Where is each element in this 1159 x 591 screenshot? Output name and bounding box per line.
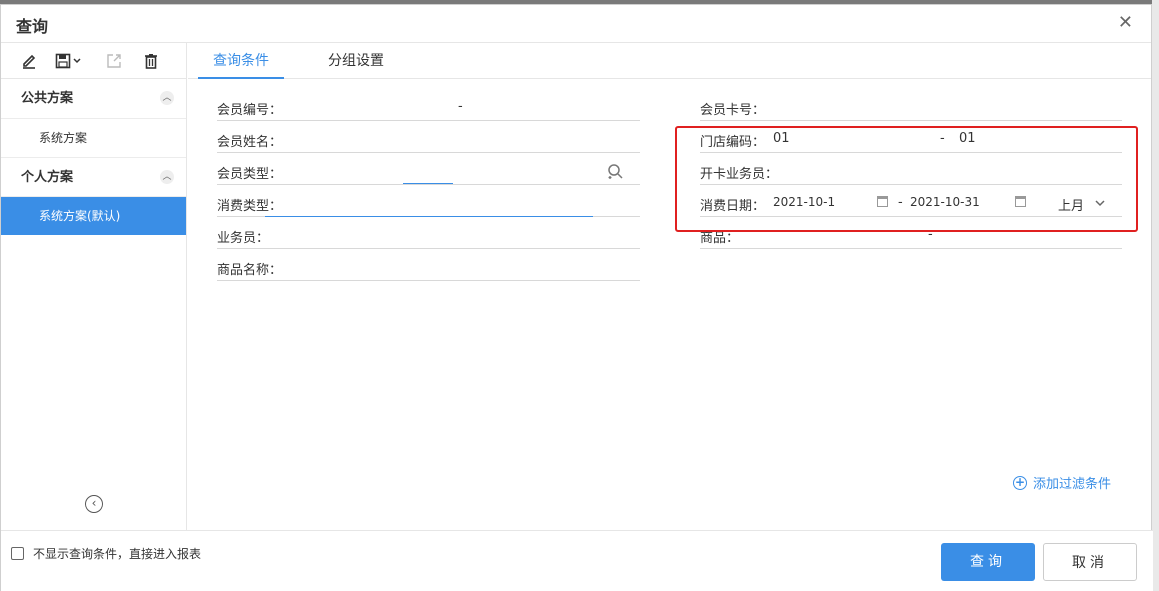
plus-circle-icon: + [1013, 474, 1027, 490]
query-button[interactable]: 查询 [941, 543, 1035, 581]
member-no-label: 会员编号： [217, 103, 283, 118]
save-icon[interactable] [55, 52, 83, 70]
focus-underline [403, 183, 453, 184]
search-icon[interactable] [606, 163, 624, 185]
cancel-button[interactable]: 取消 [1043, 543, 1137, 581]
add-filter-label: 添加过滤条件 [1033, 477, 1112, 492]
member-type-label: 会员类型： [217, 167, 283, 182]
personal-scheme-group[interactable]: 个人方案 ︿ [1, 157, 186, 197]
member-no-field[interactable]: 会员编号： - [217, 93, 640, 121]
add-filter-button[interactable]: + 添加过滤条件 [1013, 473, 1111, 492]
personal-scheme-label: 个人方案 [21, 170, 74, 185]
scheme-toolbar [1, 43, 186, 79]
tab-bar: 查询条件 分组设置 [188, 43, 1151, 79]
card-no-label: 会员卡号： [700, 103, 766, 118]
chevron-up-icon[interactable]: ︿ [160, 170, 174, 184]
consume-type-field[interactable]: 消费类型： [217, 189, 640, 217]
product-name-label: 商品名称： [217, 263, 283, 278]
close-icon[interactable]: ✕ [1118, 13, 1133, 33]
range-dash: - [458, 99, 463, 114]
public-scheme-group[interactable]: 公共方案 ︿ [1, 79, 186, 119]
dialog-title: 查询 [16, 17, 49, 36]
edit-icon[interactable] [21, 52, 37, 70]
highlight-box [675, 126, 1138, 232]
export-icon [106, 52, 122, 70]
member-name-field[interactable]: 会员姓名： [217, 125, 640, 153]
tab-query-conditions[interactable]: 查询条件 [198, 43, 284, 79]
salesman-label: 业务员： [217, 231, 270, 246]
background-window-edge [1152, 0, 1159, 591]
skip-conditions-checkbox[interactable] [11, 547, 24, 560]
skip-conditions-label: 不显示查询条件，直接进入报表 [33, 547, 202, 561]
scheme-sidebar: 公共方案 ︿ 系统方案 个人方案 ︿ 系统方案(默认) ‹ [1, 43, 187, 530]
product-name-field[interactable]: 商品名称： [217, 253, 640, 281]
consume-type-label: 消费类型： [217, 199, 283, 214]
delete-icon[interactable] [143, 52, 159, 70]
salesman-field[interactable]: 业务员： [217, 221, 640, 249]
member-name-label: 会员姓名： [217, 135, 283, 150]
dialog-titlebar: 查询 ✕ [1, 5, 1151, 43]
focus-underline [265, 216, 593, 217]
collapse-sidebar-icon[interactable]: ‹ [85, 495, 103, 513]
chevron-up-icon[interactable]: ︿ [160, 91, 174, 105]
scheme-item-system-default[interactable]: 系统方案(默认) [1, 197, 186, 235]
scheme-item-system[interactable]: 系统方案 [1, 119, 186, 157]
tab-group-settings[interactable]: 分组设置 [316, 43, 396, 79]
dialog-footer: 不显示查询条件，直接进入报表 查询 取消 [1, 530, 1153, 591]
card-no-field[interactable]: 会员卡号： [700, 93, 1122, 121]
query-dialog: 查询 ✕ 公共方案 ︿ 系统方案 个人方案 ︿ 系统方案(默认) ‹ 查询条件 … [0, 4, 1153, 591]
public-scheme-label: 公共方案 [21, 91, 74, 106]
member-type-field[interactable]: 会员类型： [217, 157, 640, 185]
